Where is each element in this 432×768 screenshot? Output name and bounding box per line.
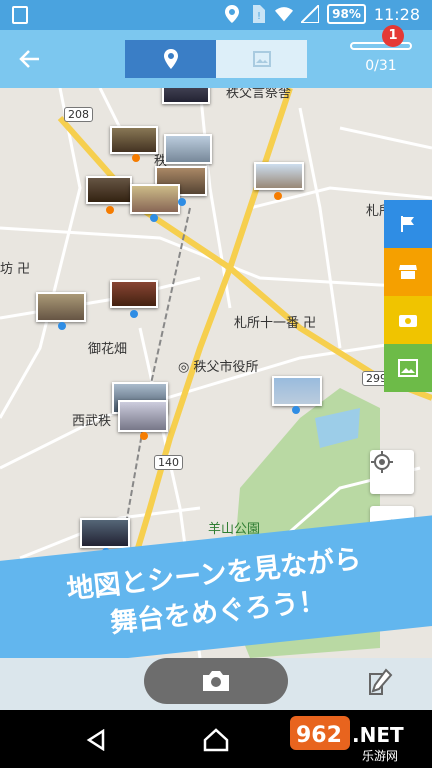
flag-icon	[401, 216, 414, 232]
location-icon	[223, 4, 241, 24]
progress: 0/31	[350, 42, 412, 74]
scene-thumbnail[interactable]	[162, 88, 210, 104]
svg-text:乐游网: 乐游网	[362, 749, 398, 763]
map-pin-icon	[163, 49, 178, 69]
map-pin[interactable]	[132, 154, 140, 162]
status-bar: ! 98% 11:28	[0, 0, 432, 30]
map-pin[interactable]	[58, 322, 66, 330]
camera-icon	[399, 315, 417, 327]
wifi-icon	[275, 4, 294, 24]
crosshair-icon	[371, 451, 393, 473]
my-location-button[interactable]	[370, 450, 414, 494]
nav-back-button[interactable]	[80, 724, 112, 756]
tab-map[interactable]	[125, 40, 216, 78]
map-pin[interactable]	[130, 310, 138, 318]
status-icons: ! 98% 11:28	[223, 4, 420, 24]
image-icon	[252, 51, 271, 67]
sim-icon: !	[249, 4, 267, 24]
clock: 11:28	[373, 4, 420, 24]
scene-thumbnail[interactable]	[110, 280, 158, 308]
notification-icon	[12, 6, 28, 24]
route-140-label: 140	[154, 455, 183, 470]
picture-icon	[398, 359, 418, 377]
map-pin[interactable]	[140, 432, 148, 440]
map-pin[interactable]	[292, 406, 300, 414]
category-tab-shop[interactable]	[384, 248, 432, 296]
svg-text:!: !	[257, 11, 261, 22]
scene-thumbnail[interactable]	[164, 134, 212, 164]
map-pin[interactable]	[274, 192, 282, 200]
map-label-hanabatake: 御花畑	[88, 342, 128, 357]
back-button[interactable]	[12, 42, 48, 76]
bottom-bar	[0, 658, 432, 710]
signal-icon	[301, 4, 320, 24]
progress-text: 0/31	[365, 58, 397, 74]
pencil-note-icon	[369, 668, 393, 695]
home-icon	[203, 728, 229, 752]
map-label-city-hall: ◎ 秩父市役所	[178, 360, 259, 375]
map-label-fudasho-11: 札所十一番 卍	[234, 316, 317, 331]
arrow-left-icon	[19, 50, 39, 68]
map-pin[interactable]	[150, 214, 158, 222]
triangle-back-icon	[86, 729, 105, 751]
progress-bar	[350, 42, 412, 50]
scene-thumbnail[interactable]	[80, 518, 130, 548]
scene-thumbnail[interactable]	[36, 292, 86, 322]
scene-thumbnail[interactable]	[254, 162, 304, 190]
map-pin[interactable]	[106, 206, 114, 214]
tab-photos[interactable]	[216, 40, 307, 78]
category-tab-photo[interactable]	[384, 344, 432, 392]
category-tab-camera[interactable]	[384, 296, 432, 344]
scene-thumbnail[interactable]	[130, 184, 180, 214]
scene-thumbnail[interactable]	[110, 126, 158, 154]
map-label-bank: 秩父言祭舎	[226, 88, 292, 101]
edit-note-button[interactable]	[366, 668, 398, 700]
scene-thumbnail[interactable]	[118, 400, 168, 432]
watermark-logo: 962 .NET 乐游网	[290, 714, 430, 764]
map-pin[interactable]	[178, 198, 186, 206]
app-bar: 0/31	[0, 30, 432, 88]
route-208-label: 208	[64, 107, 93, 122]
category-tab-flag[interactable]	[384, 200, 432, 248]
map-label-left: 坊 卍	[0, 262, 31, 277]
camera-button[interactable]	[144, 658, 288, 704]
svg-text:962: 962	[296, 723, 342, 748]
scene-thumbnail[interactable]	[272, 376, 322, 406]
scene-thumbnail[interactable]	[86, 176, 132, 204]
nav-home-button[interactable]	[200, 724, 232, 756]
map-label-seibu: 西武秩	[72, 414, 112, 429]
svg-text:.NET: .NET	[352, 723, 404, 747]
shop-icon	[399, 265, 417, 279]
camera-icon	[203, 671, 229, 691]
battery-indicator: 98%	[327, 4, 366, 24]
notification-badge: 1	[382, 25, 404, 47]
